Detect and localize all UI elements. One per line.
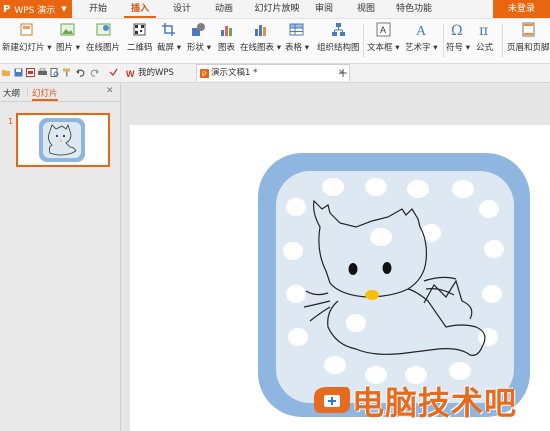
symbol-label: 符号 ▾ xyxy=(446,43,470,53)
online-chart-icon xyxy=(254,25,266,36)
close-panel-icon[interactable]: ✕ xyxy=(106,86,114,96)
slide-thumbnail-image xyxy=(39,118,85,162)
online-chart-button[interactable]: 在线图表 ▾ xyxy=(240,22,281,53)
kitten-left-eye xyxy=(348,263,358,275)
new-tab-icon[interactable]: + xyxy=(338,65,348,81)
new-slide-button[interactable]: 新建幻灯片 ▾ xyxy=(2,22,51,53)
tab-slides[interactable]: 幻灯片 xyxy=(32,87,58,101)
tab-design[interactable]: 设计 xyxy=(166,0,198,18)
org-chart-icon xyxy=(331,23,345,36)
wordart-label: 艺术字 ▾ xyxy=(405,43,438,53)
picture-inner-background xyxy=(276,171,514,403)
org-chart-button[interactable]: 组织结构图 xyxy=(317,22,360,53)
redo-icon[interactable] xyxy=(90,68,99,77)
wps-logo: P xyxy=(3,3,11,15)
textbox-label: 文本框 ▾ xyxy=(367,43,400,53)
tab-document-label: 演示文稿1 * xyxy=(211,68,258,78)
screenshot-icon xyxy=(162,23,176,36)
tab-animation[interactable]: 动画 xyxy=(208,0,240,18)
new-slide-label: 新建幻灯片 ▾ xyxy=(2,43,52,53)
textbox-button[interactable]: A 文本框 ▾ xyxy=(367,22,399,53)
chevron-down-icon: ▼ xyxy=(61,5,67,13)
tab-my-wps-label: 我的WPS xyxy=(138,68,174,78)
login-button[interactable]: 未登录 xyxy=(493,0,550,18)
ribbon-separator xyxy=(363,24,364,58)
formula-button[interactable]: π 公式 xyxy=(476,22,493,53)
wordart-icon: A xyxy=(416,24,427,37)
wordart-button[interactable]: A 艺术字 ▾ xyxy=(405,22,437,53)
textbox-icon: A xyxy=(376,22,391,37)
watermark-logo-icon xyxy=(314,387,350,413)
export-pdf-icon[interactable] xyxy=(26,68,35,77)
svg-text:A: A xyxy=(380,25,386,35)
tab-document[interactable]: P 演示文稿1 * ✕ xyxy=(196,64,350,81)
qrcode-label: 二维码 xyxy=(127,43,153,53)
online-picture-icon xyxy=(96,23,110,36)
print-preview-icon[interactable] xyxy=(50,68,59,77)
app-name: WPS 演示 xyxy=(14,5,56,16)
qrcode-icon xyxy=(133,23,146,36)
tab-divider: | xyxy=(26,87,30,97)
tab-slideshow[interactable]: 幻灯片放映 xyxy=(250,0,304,18)
slide-number: 1 xyxy=(8,117,14,126)
shape-label: 形状 ▾ xyxy=(187,43,211,53)
kitten-right-eye xyxy=(382,262,392,274)
screenshot-button[interactable]: 截屏 ▾ xyxy=(157,22,181,53)
shape-icon xyxy=(192,23,206,36)
ribbon-separator xyxy=(443,24,444,58)
online-chart-label: 在线图表 ▾ xyxy=(240,43,281,53)
formula-label: 公式 xyxy=(476,43,494,53)
open-folder-icon[interactable] xyxy=(2,68,11,77)
svg-text:π: π xyxy=(479,23,488,37)
app-menu-button[interactable]: P WPS 演示 ▼ xyxy=(0,0,72,18)
tab-home[interactable]: 开始 xyxy=(82,0,114,18)
undo-icon[interactable] xyxy=(76,68,85,77)
tab-view[interactable]: 视图 xyxy=(350,0,382,18)
save-icon[interactable] xyxy=(14,68,23,77)
picture-button[interactable]: 图片 ▾ xyxy=(56,22,80,53)
table-button[interactable]: 表格 ▾ xyxy=(285,22,309,53)
svg-text:A: A xyxy=(416,24,427,37)
svg-text:W: W xyxy=(126,69,135,78)
svg-text:P: P xyxy=(202,72,207,79)
panel-tabs: 大纲 | 幻灯片 ✕ xyxy=(0,83,120,102)
wps-w-icon: W xyxy=(126,69,135,78)
slide-thumbnail[interactable] xyxy=(16,113,110,167)
tab-review[interactable]: 审阅 xyxy=(308,0,340,18)
tab-outline[interactable]: 大纲 xyxy=(3,87,20,99)
shape-button[interactable]: 形状 ▾ xyxy=(187,22,211,53)
omega-icon: Ω xyxy=(451,23,463,37)
screenshot-label: 截屏 ▾ xyxy=(157,43,181,53)
chart-label: 图表 xyxy=(218,43,236,53)
tab-my-wps[interactable]: W 我的WPS xyxy=(124,65,206,81)
online-picture-label: 在线图片 xyxy=(86,43,121,53)
org-chart-label: 组织结构图 xyxy=(317,43,360,53)
tab-insert[interactable]: 插入 xyxy=(124,0,156,18)
svg-text:Ω: Ω xyxy=(451,23,463,37)
table-icon xyxy=(289,23,304,36)
chart-icon xyxy=(221,26,232,36)
kitten-nose xyxy=(365,290,379,300)
chart-button[interactable]: 图表 xyxy=(218,22,235,53)
online-picture-button[interactable]: 在线图片 xyxy=(86,22,120,53)
symbol-button[interactable]: Ω 符号 ▾ xyxy=(446,22,470,53)
header-footer-button[interactable]: 页眉和页脚 xyxy=(507,22,550,53)
tab-special[interactable]: 特色功能 xyxy=(390,0,438,18)
ribbon-separator xyxy=(502,24,503,58)
pi-icon: π xyxy=(479,23,488,37)
print-icon[interactable] xyxy=(38,68,47,77)
new-slide-icon xyxy=(20,23,33,36)
customize-icon[interactable] xyxy=(109,68,118,77)
table-label: 表格 ▾ xyxy=(285,43,309,53)
picture-label: 图片 ▾ xyxy=(56,43,80,53)
watermark-text: 电脑技术吧 xyxy=(352,384,518,422)
presentation-file-icon: P xyxy=(200,69,209,78)
header-footer-label: 页眉和页脚 xyxy=(507,43,550,53)
format-painter-icon[interactable] xyxy=(62,68,71,77)
picture-icon xyxy=(60,23,75,36)
header-footer-icon xyxy=(522,22,535,37)
qrcode-button[interactable]: 二维码 xyxy=(127,22,153,53)
